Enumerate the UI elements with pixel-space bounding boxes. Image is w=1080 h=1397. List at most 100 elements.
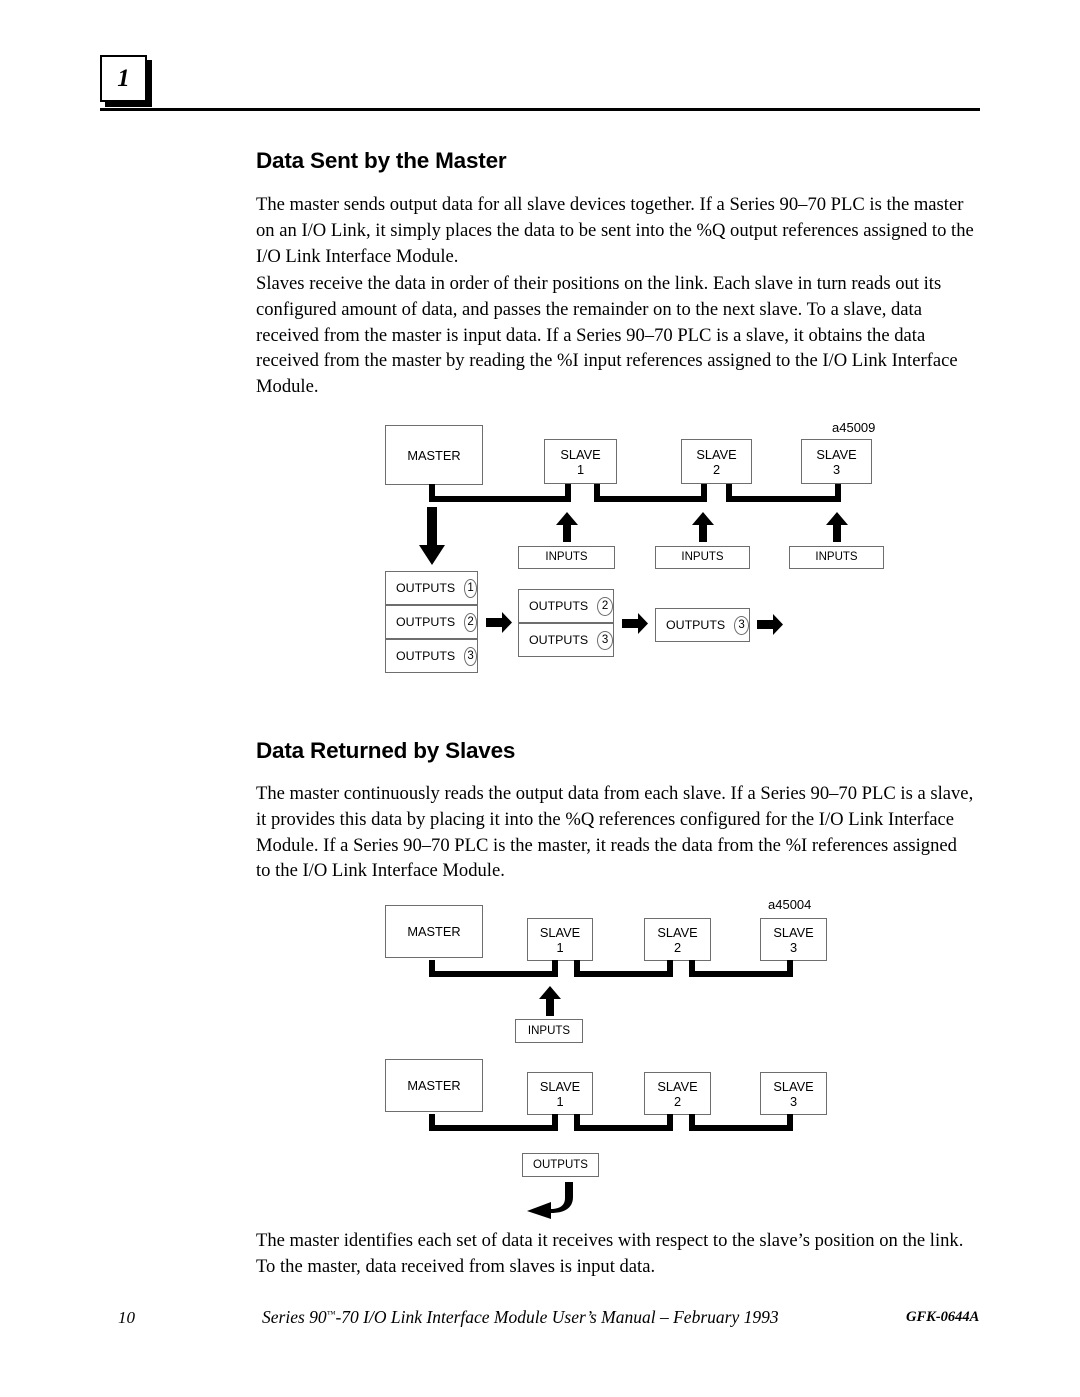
figure2-rowb-master-box: MASTER (385, 1059, 483, 1112)
figure2-rowb-slave-3-label: SLAVE (773, 1078, 814, 1094)
figure2-rowb-outputs-label: OUTPUTS (533, 1158, 588, 1171)
figure2-rowa-slave-3-box: SLAVE 3 (760, 918, 827, 961)
figure1-up-arrow-3-icon (826, 512, 848, 547)
figure1-master-label: MASTER (407, 447, 461, 463)
figure2-rowb-master-label: MASTER (407, 1078, 461, 1093)
figure1-slave-2-number: 2 (712, 461, 721, 477)
figure2-rowa-inputs-label: INPUTS (527, 1024, 571, 1037)
header-divider-rule (100, 108, 980, 111)
figure1-outputs-stack2-row2: OUTPUTS 3 (518, 623, 614, 657)
figure1-outputs-stack1-row3-label: OUTPUTS (396, 649, 456, 663)
figure2-rowa-bus-segment-3 (689, 971, 793, 977)
heading-data-returned-by-slaves: Data Returned by Slaves (256, 738, 516, 763)
figure1-outputs-stack1-row1-label: OUTPUTS (396, 581, 456, 595)
figure1-outputs-stack1-row2-number: 2 (464, 612, 477, 632)
figure2-rowa-slave-1-label: SLAVE (539, 924, 581, 940)
figure2-rowb-bus-segment-2 (574, 1125, 673, 1131)
figure2-rowa-bus-segment-1 (429, 971, 558, 977)
figure1-outputs-stack3-row1-number: 3 (734, 615, 749, 635)
figure2-rowb-bus-segment-3 (689, 1125, 793, 1131)
figure1-outputs-stack3-row1: OUTPUTS 3 (655, 608, 750, 642)
footer-title-pre: Series 90 (262, 1307, 327, 1327)
paragraph-master-reads-output-data: The master continuously reads the output… (256, 783, 974, 882)
figure1-slave-3-label: SLAVE (816, 446, 857, 462)
figure1-slave-2-box: SLAVE 2 (681, 439, 752, 484)
figure2-rowb-slave-1-label: SLAVE (539, 1078, 581, 1094)
figure1-inputs-3-label: INPUTS (815, 551, 858, 563)
figure1-outputs-stack1-row2: OUTPUTS 2 (385, 605, 478, 639)
figure1-right-arrow-3-icon (757, 614, 783, 640)
figure1-bus-segment-3 (726, 496, 841, 502)
figure1-outputs-stack2-row1-number: 2 (597, 596, 613, 616)
footer-manual-title: Series 90™-70 I/O Link Interface Module … (262, 1307, 779, 1328)
figure1-inputs-1-label: INPUTS (545, 551, 588, 563)
figure2-rowa-slave-2-number: 2 (673, 939, 682, 955)
figure1-right-arrow-2-icon (622, 613, 648, 639)
figure1-slave-1-number: 1 (576, 461, 585, 477)
footer-page-number: 10 (118, 1308, 135, 1327)
figure2-rowb-bus-drop-slave1-in (552, 1114, 558, 1131)
figure2-rowa-slave-1-box: SLAVE 1 (527, 918, 593, 961)
figure1-outputs-stack1-row2-label: OUTPUTS (396, 615, 456, 629)
figure2-rowa-master-box: MASTER (385, 905, 483, 958)
figure2-up-arrow-icon (539, 986, 561, 1021)
figure2-rowb-bus-segment-1 (429, 1125, 558, 1131)
figure2-return-arrow-icon (527, 1182, 573, 1224)
figure1-master-box: MASTER (385, 425, 483, 485)
figure2-rowb-slave-1-number: 1 (556, 1093, 564, 1109)
figure1-slave-3-number: 3 (832, 461, 841, 477)
figure1-up-arrow-1-icon (556, 512, 578, 547)
figure1-slave-2-label: SLAVE (696, 446, 737, 462)
figure2-rowa-inputs-box: INPUTS (515, 1019, 583, 1043)
heading-data-sent-by-the-master: Data Sent by the Master (256, 148, 507, 173)
figure-id-label-a45004: a45004 (768, 897, 812, 912)
paragraph-master-sends-output-data: The master sends output data for all sla… (256, 194, 974, 267)
figure1-slave-1-box: SLAVE 1 (544, 439, 617, 484)
figure2-rowb-bus-drop-slave2-in (667, 1114, 673, 1131)
figure2-rowb-slave-2-box: SLAVE 2 (644, 1072, 711, 1115)
figure1-outputs-stack1-row1: OUTPUTS 1 (385, 571, 478, 605)
figure1-inputs-3-box: INPUTS (789, 546, 884, 569)
figure1-inputs-2-box: INPUTS (655, 546, 750, 569)
figure-id-label-a45009: a45009 (832, 420, 876, 435)
figure2-rowa-slave-1-number: 1 (556, 939, 564, 955)
figure2-rowa-bus-segment-2 (574, 971, 673, 977)
figure2-rowa-bus-drop-slave2-in (667, 960, 673, 977)
figure1-up-arrow-2-icon (692, 512, 714, 547)
figure2-rowa-bus-drop-slave1-in (552, 960, 558, 977)
footer-title-post: -70 I/O Link Interface Module User’s Man… (335, 1307, 779, 1327)
figure1-down-arrow-icon (419, 507, 445, 570)
figure1-inputs-2-label: INPUTS (681, 551, 724, 563)
footer-document-number: GFK-0644A (906, 1309, 980, 1325)
figure1-inputs-1-box: INPUTS (518, 546, 615, 569)
figure1-outputs-stack2-row1: OUTPUTS 2 (518, 589, 614, 623)
figure2-rowb-slave-1-box: SLAVE 1 (527, 1072, 593, 1115)
figure2-rowa-slave-3-label: SLAVE (773, 924, 814, 940)
figure1-outputs-stack2-row2-number: 3 (597, 630, 613, 650)
paragraph-slaves-receive-data: Slaves receive the data in order of thei… (256, 273, 958, 398)
figure1-outputs-stack3-row1-label: OUTPUTS (666, 618, 726, 632)
figure2-rowa-slave-2-label: SLAVE (657, 924, 698, 940)
figure1-outputs-stack1-row3: OUTPUTS 3 (385, 639, 478, 673)
figure2-rowa-master-label: MASTER (407, 924, 461, 939)
figure2-rowb-slave-2-number: 2 (673, 1093, 682, 1109)
figure2-rowa-slave-2-box: SLAVE 2 (644, 918, 711, 961)
figure2-rowa-slave-3-number: 3 (789, 939, 798, 955)
figure1-outputs-stack1-row3-number: 3 (464, 646, 477, 666)
figure1-outputs-stack2-row2-label: OUTPUTS (529, 633, 589, 647)
figure2-rowb-slave-3-box: SLAVE 3 (760, 1072, 827, 1115)
figure2-rowb-bus-drop-slave3-in (787, 1114, 793, 1131)
figure1-bus-drop-slave1-in (565, 484, 571, 502)
figure1-outputs-stack2-row1-label: OUTPUTS (529, 599, 589, 613)
figure1-bus-segment-1 (429, 496, 571, 502)
figure2-rowb-outputs-box: OUTPUTS (522, 1153, 599, 1177)
figure1-outputs-stack1-row1-number: 1 (464, 578, 477, 598)
figure2-rowb-slave-3-number: 3 (789, 1093, 798, 1109)
figure1-slave-1-label: SLAVE (560, 446, 601, 462)
paragraph-master-identifies-data: The master identifies each set of data i… (256, 1230, 964, 1277)
figure1-slave-3-box: SLAVE 3 (801, 439, 872, 484)
figure2-rowb-slave-2-label: SLAVE (657, 1078, 698, 1094)
figure1-bus-segment-2 (594, 496, 707, 502)
figure2-rowa-bus-drop-slave3-in (787, 960, 793, 977)
figure1-right-arrow-1-icon (486, 612, 512, 638)
